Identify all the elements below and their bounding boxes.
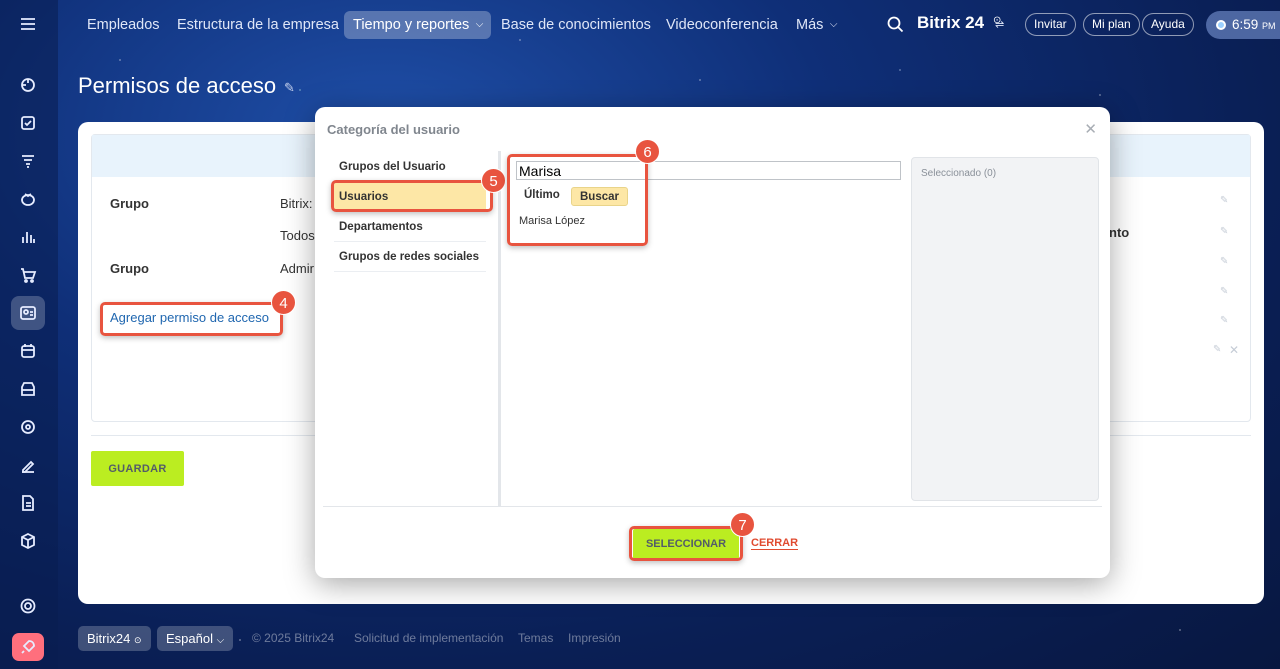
nav-more[interactable]: Más ⌵ — [787, 11, 845, 39]
page-title: Permisos de acceso — [78, 73, 277, 98]
annotation-badge: 7 — [730, 512, 755, 537]
footer-copyright: © 2025 Bitrix24 — [252, 631, 335, 645]
annotation-badge: 4 — [271, 290, 296, 315]
row-value: Admir — [280, 261, 314, 276]
row-value: Bitrix: — [280, 196, 313, 211]
language-selector[interactable]: Español ⌵ — [157, 626, 234, 651]
copilot-icon[interactable] — [11, 182, 45, 216]
close-icon[interactable]: ✕ — [1084, 120, 1097, 138]
filter-icon[interactable] — [11, 144, 45, 178]
dialog-title: Categoría del usuario — [327, 122, 460, 137]
target-icon[interactable] — [11, 410, 45, 444]
search-icon[interactable] — [887, 16, 904, 33]
user-category-dialog: Categoría del usuario ✕ Grupos del Usuar… — [315, 107, 1110, 578]
annotation-highlight — [331, 180, 493, 212]
clock-status-icon — [1216, 20, 1226, 30]
store-icon[interactable] — [11, 372, 45, 406]
selected-count: Seleccionado (0) — [921, 168, 997, 179]
settings-icon[interactable] — [11, 589, 45, 623]
footer-link-print[interactable]: Impresión — [568, 631, 621, 645]
work-clock[interactable]: 6:59 PM — [1206, 11, 1280, 39]
nav-employees[interactable]: Empleados — [78, 11, 169, 39]
edit-icon[interactable]: ✎ — [1220, 256, 1228, 267]
pin-icon[interactable]: ✎ — [284, 80, 295, 96]
chevron-down-icon: ⌵ — [829, 19, 838, 30]
clock-badge-icon: ⊙ — [133, 635, 142, 645]
clock-time: 6:59 — [1232, 17, 1259, 32]
cart-icon[interactable] — [11, 258, 45, 292]
selected-panel: Seleccionado (0) — [911, 157, 1099, 501]
chevron-down-icon: ⌵ — [475, 19, 484, 30]
footer-link-implementation[interactable]: Solicitud de implementación — [354, 631, 503, 645]
save-button[interactable]: GUARDAR — [91, 451, 184, 486]
category-departments[interactable]: Departamentos — [334, 212, 486, 242]
nav-knowledge-base[interactable]: Base de conocimientos — [492, 11, 660, 39]
hr-icon[interactable] — [11, 296, 45, 330]
edit-icon[interactable]: ✎ — [1220, 195, 1228, 206]
vertical-divider — [498, 151, 501, 506]
close-link[interactable]: CERRAR — [751, 537, 799, 550]
document-icon[interactable] — [11, 486, 45, 520]
annotation-highlight — [507, 154, 648, 246]
nav-company-structure[interactable]: Estructura de la empresa — [168, 11, 348, 39]
my-plan-button[interactable]: Mi plan — [1083, 13, 1140, 36]
footer-link-themes[interactable]: Temas — [518, 631, 553, 645]
calendar-icon[interactable] — [11, 334, 45, 368]
annotation-highlight — [100, 302, 283, 336]
nav-videoconference[interactable]: Videoconferencia — [657, 11, 787, 39]
top-bar: Empleados Estructura de la empresa Tiemp… — [58, 0, 1280, 50]
row-label-fragment: nto — [1109, 225, 1130, 240]
nav-more-label: Más — [796, 17, 824, 33]
annotation-badge: 5 — [481, 168, 506, 193]
footer-brand[interactable]: Bitrix24 ⊙ — [78, 626, 151, 651]
tasks-icon[interactable] — [11, 106, 45, 140]
invite-button[interactable]: Invitar — [1025, 13, 1076, 36]
nav-time-reports[interactable]: Tiempo y reportes ⌵ — [344, 11, 492, 39]
row-value: Todos — [280, 228, 315, 243]
category-social-groups[interactable]: Grupos de redes sociales — [334, 242, 486, 272]
feed-icon[interactable] — [11, 68, 45, 102]
chart-icon[interactable] — [11, 220, 45, 254]
edit-icon[interactable]: ✎ — [1213, 344, 1221, 355]
footer-brand-label: Bitrix24 — [87, 631, 131, 646]
sign-icon[interactable] — [11, 448, 45, 482]
left-sidebar — [0, 0, 58, 669]
settings-sliders-icon[interactable]: ⇌ — [995, 18, 1004, 31]
rocket-icon[interactable] — [12, 633, 44, 661]
delete-icon[interactable]: ✕ — [1229, 343, 1239, 357]
row-label: Grupo — [110, 261, 149, 276]
edit-icon[interactable]: ✎ — [1220, 226, 1228, 237]
clock-suffix: PM — [1262, 21, 1276, 31]
annotation-highlight — [629, 526, 743, 561]
edit-icon[interactable]: ✎ — [1220, 315, 1228, 326]
help-button[interactable]: Ayuda — [1142, 13, 1194, 36]
language-label: Español — [166, 631, 213, 646]
brand-logo: Bitrix 24 — [917, 13, 985, 32]
nav-time-reports-label: Tiempo y reportes — [353, 17, 470, 33]
row-label: Grupo — [110, 196, 149, 211]
edit-icon[interactable]: ✎ — [1220, 286, 1228, 297]
dialog-footer-divider — [323, 506, 1102, 507]
category-list: Grupos del Usuario Usuarios Departamento… — [334, 152, 486, 272]
chevron-down-icon: ⌵ — [216, 635, 225, 646]
category-user-groups[interactable]: Grupos del Usuario — [334, 152, 486, 182]
box-icon[interactable] — [11, 524, 45, 558]
annotation-badge: 6 — [635, 139, 660, 164]
menu-icon[interactable] — [11, 7, 45, 41]
